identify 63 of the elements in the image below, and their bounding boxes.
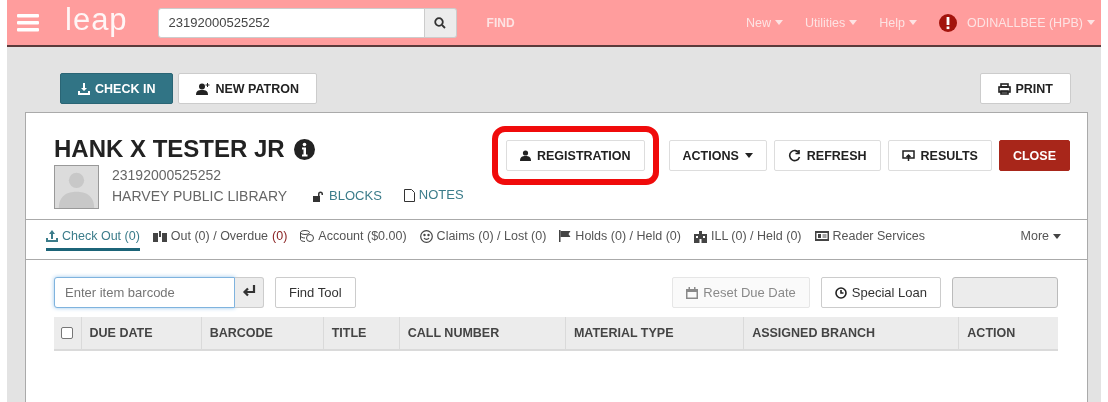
- avatar: [54, 165, 99, 209]
- building-icon: [693, 229, 707, 243]
- print-button[interactable]: PRINT: [979, 73, 1071, 104]
- unlock-icon: [313, 190, 326, 202]
- search-button[interactable]: [424, 7, 457, 38]
- column-header[interactable]: MATERIAL TYPE: [565, 317, 744, 350]
- refresh-icon: [787, 149, 801, 162]
- column-header[interactable]: DUE DATE: [81, 317, 202, 350]
- upload-icon: [46, 230, 58, 242]
- column-header[interactable]: ASSIGNED BRANCH: [743, 317, 959, 350]
- caret-icon: [849, 20, 858, 25]
- user-icon: [520, 150, 531, 161]
- screen-icon: [901, 149, 915, 162]
- actions-button[interactable]: ACTIONS: [668, 140, 767, 171]
- clock-icon: [834, 286, 847, 299]
- caret-icon: [744, 153, 753, 158]
- column-header[interactable]: CALL NUMBER: [399, 317, 566, 350]
- calendar-icon: [686, 286, 699, 299]
- patron-tab[interactable]: Account ($0.00): [300, 229, 407, 251]
- id-card-icon: [814, 231, 829, 241]
- refresh-button[interactable]: REFRESH: [773, 140, 881, 171]
- find-tool-button[interactable]: Find Tool: [275, 277, 356, 308]
- enter-icon: [242, 285, 256, 297]
- caret-icon: [1053, 233, 1061, 239]
- registration-button[interactable]: REGISTRATION: [506, 140, 645, 171]
- search-field[interactable]: 23192000525252: [157, 7, 425, 38]
- library-name: HARVEY PUBLIC LIBRARY: [112, 186, 288, 206]
- patron-tab[interactable]: Claims (0) / Lost (0): [419, 229, 547, 251]
- new-patron-button[interactable]: NEW PATRON: [178, 73, 317, 104]
- alert-icon[interactable]: [939, 13, 957, 32]
- notes-link[interactable]: NOTES: [403, 185, 464, 205]
- download-icon: [78, 82, 90, 95]
- smiley-icon: [419, 229, 433, 243]
- special-loan-button[interactable]: Special Loan: [820, 277, 941, 308]
- results-button[interactable]: RESULTS: [887, 140, 992, 171]
- patron-name: HANK X TESTER JR: [54, 135, 285, 163]
- printer-icon: [997, 82, 1011, 95]
- patron-tab[interactable]: Reader Services: [814, 229, 925, 251]
- column-header[interactable]: TITLE: [323, 317, 400, 350]
- caret-icon: [909, 20, 917, 25]
- search-icon: [434, 16, 447, 29]
- close-button[interactable]: CLOSE: [998, 140, 1070, 171]
- coins-icon: [300, 230, 315, 242]
- select-all-checkbox[interactable]: [61, 327, 73, 339]
- more-menu[interactable]: More: [1020, 229, 1061, 251]
- patron-barcode: 23192000525252: [112, 166, 221, 185]
- add-user-icon: [196, 82, 211, 95]
- flag-icon: [559, 230, 572, 242]
- enter-button[interactable]: [235, 277, 264, 308]
- info-icon[interactable]: [293, 138, 315, 160]
- check-in-button[interactable]: CHECK IN: [60, 73, 174, 104]
- patron-tab[interactable]: Out (0) / Overdue (0): [152, 229, 288, 251]
- caret-icon: [774, 20, 783, 25]
- binoculars-icon: [152, 230, 167, 242]
- patron-tab[interactable]: Check Out (0): [46, 229, 140, 251]
- column-header[interactable]: ACTION: [958, 317, 1058, 350]
- document-icon: [403, 188, 415, 202]
- patron-tab[interactable]: Holds (0) / Held (0): [559, 229, 681, 251]
- caret-icon: [1087, 20, 1095, 25]
- blocks-link[interactable]: BLOCKS: [313, 186, 382, 206]
- item-barcode-field[interactable]: Enter item barcode: [54, 277, 235, 308]
- column-header[interactable]: BARCODE: [201, 317, 324, 350]
- patron-tab[interactable]: ILL (0) / Held (0): [693, 229, 802, 251]
